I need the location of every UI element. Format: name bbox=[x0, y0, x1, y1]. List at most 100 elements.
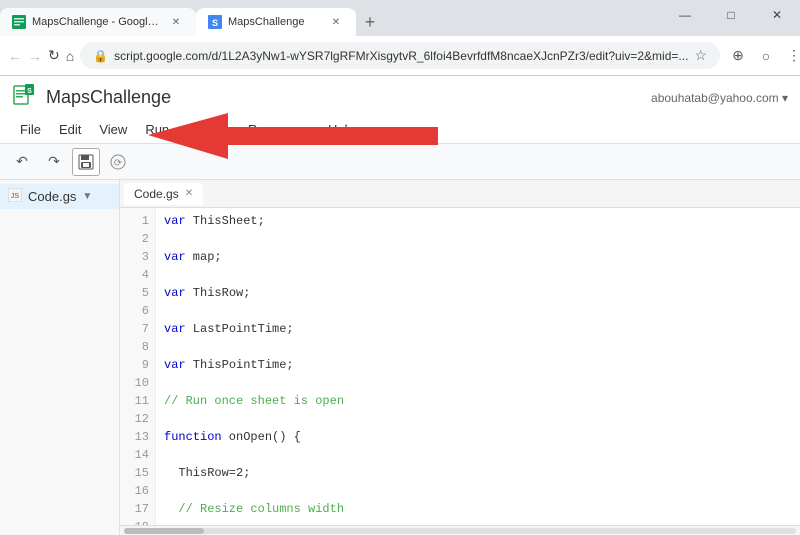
code-line: var ThisSheet; bbox=[164, 212, 792, 230]
line-number: 14 bbox=[120, 446, 155, 464]
save-button[interactable] bbox=[72, 148, 100, 176]
file-item-code-gs[interactable]: JS Code.gs ▼ bbox=[0, 184, 119, 209]
line-number: 8 bbox=[120, 338, 155, 356]
line-number: 2 bbox=[120, 230, 155, 248]
app-title: MapsChallenge bbox=[46, 87, 171, 108]
file-item-icon: JS bbox=[8, 188, 22, 205]
tab-sheets-close[interactable]: ✕ bbox=[168, 14, 184, 30]
forward-button[interactable]: → bbox=[28, 44, 42, 68]
toolbar: ↶ ↷ ⟳ bbox=[0, 143, 800, 179]
tab-sheets[interactable]: MapsChallenge - Google Sheets ✕ bbox=[0, 8, 196, 36]
scrollbar-thumb[interactable] bbox=[124, 528, 204, 534]
code-tab-close[interactable]: ✕ bbox=[185, 188, 193, 199]
app-header: S MapsChallenge abouhatab@yahoo.com ▾ Fi… bbox=[0, 76, 800, 180]
app-container: S MapsChallenge abouhatab@yahoo.com ▾ Fi… bbox=[0, 76, 800, 535]
code-tab-label: Code.gs bbox=[134, 187, 179, 201]
line-number: 15 bbox=[120, 464, 155, 482]
line-number: 16 bbox=[120, 482, 155, 500]
code-line bbox=[164, 230, 792, 248]
undo-button[interactable]: ↶ bbox=[8, 148, 36, 176]
menu-file[interactable]: File bbox=[12, 119, 49, 140]
code-content[interactable]: 1234567891011121314151617181920212223242… bbox=[120, 208, 800, 525]
url-text: script.google.com/d/1L2A3yNw1-wYSR7lgRFM… bbox=[114, 49, 688, 63]
address-bar: ← → ↻ ⌂ 🔒 script.google.com/d/1L2A3yNw1-… bbox=[0, 36, 800, 76]
line-number: 3 bbox=[120, 248, 155, 266]
horizontal-scrollbar[interactable] bbox=[120, 525, 800, 535]
tab-sheets-label: MapsChallenge - Google Sheets bbox=[32, 16, 162, 28]
menu-resources[interactable]: Resources bbox=[240, 119, 318, 140]
sheets-favicon bbox=[12, 15, 26, 29]
line-number: 11 bbox=[120, 392, 155, 410]
code-lines[interactable]: var ThisSheet; var map; var ThisRow; var… bbox=[156, 208, 800, 525]
line-number: 10 bbox=[120, 374, 155, 392]
svg-text:S: S bbox=[212, 18, 218, 28]
svg-text:⟳: ⟳ bbox=[114, 158, 123, 169]
code-line bbox=[164, 482, 792, 500]
code-line: ThisRow=2; bbox=[164, 464, 792, 482]
url-bar[interactable]: 🔒 script.google.com/d/1L2A3yNw1-wYSR7lgR… bbox=[80, 42, 720, 69]
code-line: // Resize columns width bbox=[164, 500, 792, 518]
back-button[interactable]: ← bbox=[8, 44, 22, 68]
close-button[interactable]: ✕ bbox=[754, 0, 800, 30]
svg-text:S: S bbox=[27, 88, 32, 95]
scrollbar-track[interactable] bbox=[124, 528, 796, 534]
code-line: function onOpen() { bbox=[164, 428, 792, 446]
window-controls: — □ ✕ bbox=[662, 0, 800, 30]
app-title-bar: S MapsChallenge abouhatab@yahoo.com ▾ bbox=[0, 76, 800, 115]
file-panel: JS Code.gs ▼ bbox=[0, 180, 120, 535]
code-line bbox=[164, 266, 792, 284]
menu-view[interactable]: View bbox=[91, 119, 135, 140]
line-number: 18 bbox=[120, 518, 155, 525]
line-number: 4 bbox=[120, 266, 155, 284]
profile-button[interactable]: ○ bbox=[754, 44, 778, 68]
line-numbers: 1234567891011121314151617181920212223242… bbox=[120, 208, 156, 525]
reload-button[interactable]: ↻ bbox=[48, 44, 60, 68]
bookmark-icon[interactable]: ☆ bbox=[694, 47, 707, 64]
run-button[interactable]: ⟳ bbox=[104, 148, 132, 176]
line-number: 7 bbox=[120, 320, 155, 338]
minimize-button[interactable]: — bbox=[662, 0, 708, 30]
svg-text:JS: JS bbox=[11, 193, 20, 200]
code-tab-code-gs[interactable]: Code.gs ✕ bbox=[124, 183, 203, 205]
code-editor: Code.gs ✕ 123456789101112131415161718192… bbox=[120, 180, 800, 535]
menu-button[interactable]: ⋮ bbox=[782, 44, 800, 68]
maximize-button[interactable]: □ bbox=[708, 0, 754, 30]
code-line bbox=[164, 518, 792, 525]
code-line bbox=[164, 446, 792, 464]
user-info[interactable]: abouhatab@yahoo.com ▾ bbox=[651, 91, 788, 105]
menu-help[interactable]: Help bbox=[320, 119, 363, 140]
line-number: 9 bbox=[120, 356, 155, 374]
browser-chrome: — □ ✕ MapsChallenge - Goog bbox=[0, 0, 800, 76]
page-wrapper: — □ ✕ MapsChallenge - Goog bbox=[0, 0, 800, 535]
menu-bar: File Edit View Run Publish Resources Hel… bbox=[0, 115, 800, 143]
app-logo: S bbox=[12, 84, 36, 111]
line-number: 12 bbox=[120, 410, 155, 428]
code-line: var map; bbox=[164, 248, 792, 266]
code-line: var ThisRow; bbox=[164, 284, 792, 302]
menu-edit[interactable]: Edit bbox=[51, 119, 89, 140]
code-line bbox=[164, 338, 792, 356]
browser-actions: ⊕ ○ ⋮ bbox=[726, 44, 800, 68]
script-favicon: S bbox=[208, 15, 222, 29]
redo-button[interactable]: ↷ bbox=[40, 148, 68, 176]
menu-run[interactable]: Run bbox=[137, 119, 177, 140]
file-item-label: Code.gs bbox=[28, 189, 76, 204]
code-tabs: Code.gs ✕ bbox=[120, 180, 800, 208]
editor-area: JS Code.gs ▼ Code.gs ✕ bbox=[0, 180, 800, 535]
code-line bbox=[164, 374, 792, 392]
tab-script-close[interactable]: ✕ bbox=[328, 14, 344, 30]
code-line bbox=[164, 410, 792, 428]
menu-publish[interactable]: Publish bbox=[179, 119, 238, 140]
home-button[interactable]: ⌂ bbox=[66, 44, 74, 68]
code-line: // Run once sheet is open bbox=[164, 392, 792, 410]
extensions-button[interactable]: ⊕ bbox=[726, 44, 750, 68]
file-chevron-icon: ▼ bbox=[82, 191, 92, 202]
line-number: 6 bbox=[120, 302, 155, 320]
tab-script-label: MapsChallenge bbox=[228, 16, 304, 28]
line-number: 13 bbox=[120, 428, 155, 446]
browser-top: — □ ✕ MapsChallenge - Goog bbox=[0, 0, 800, 76]
tab-script[interactable]: S MapsChallenge ✕ bbox=[196, 8, 356, 36]
line-number: 5 bbox=[120, 284, 155, 302]
new-tab-button[interactable]: + bbox=[356, 8, 384, 36]
code-line: var LastPointTime; bbox=[164, 320, 792, 338]
